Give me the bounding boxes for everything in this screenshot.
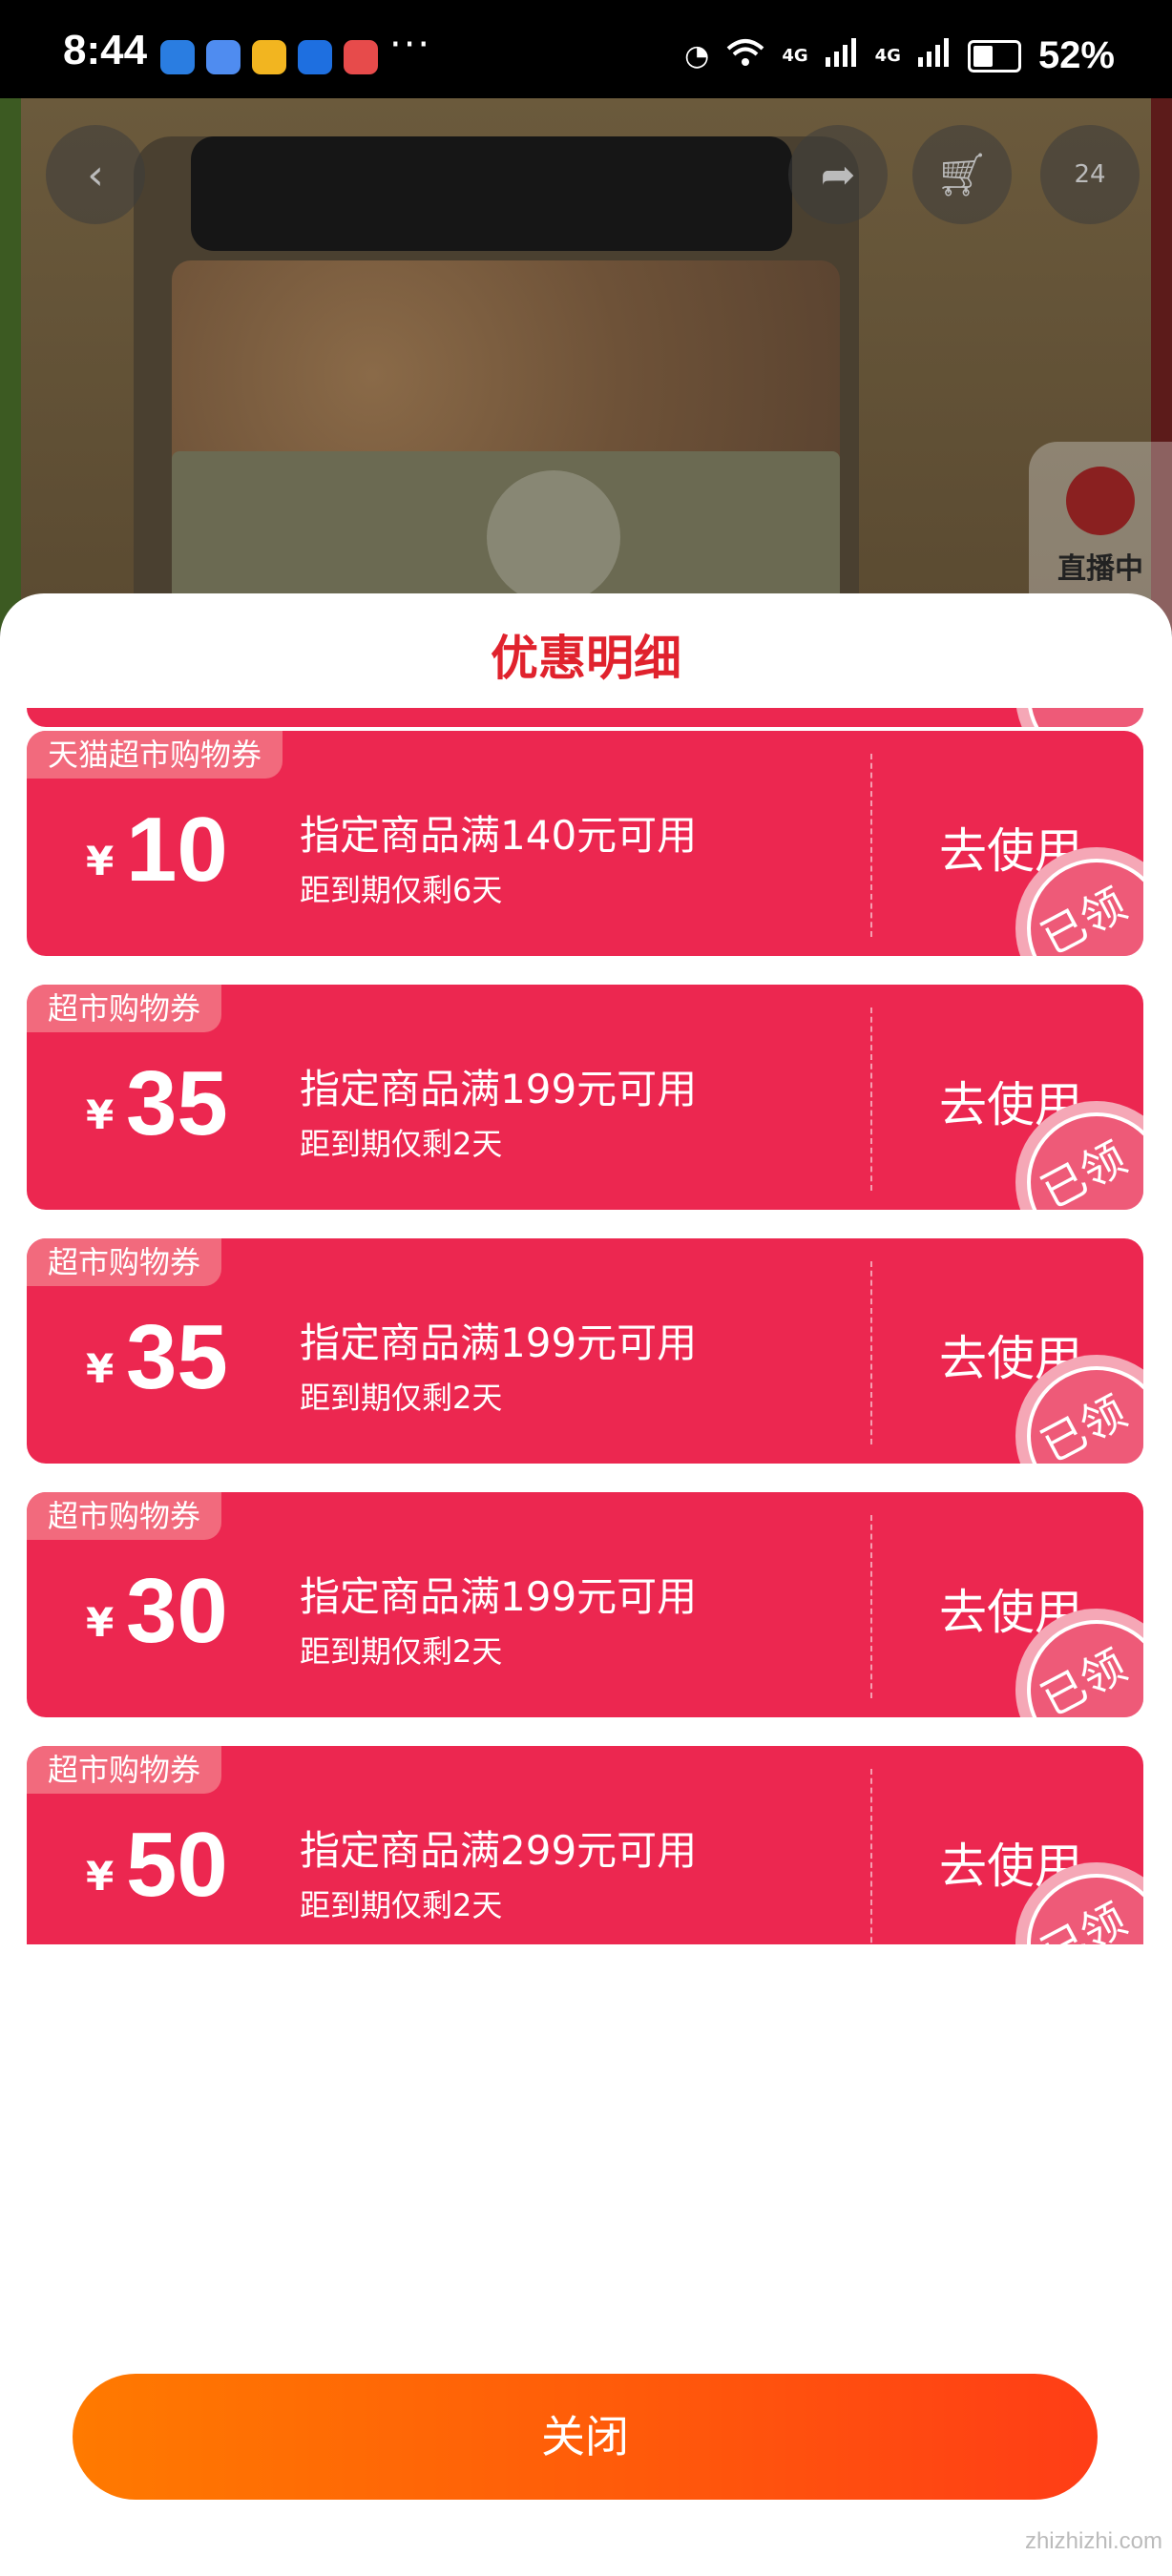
network-type-2: 4G [874, 46, 901, 66]
cart-count-badge[interactable]: 24 [1040, 125, 1140, 224]
coupon-expiry: 距到期仅剩2天 [300, 1633, 503, 1670]
discount-details-sheet: 优惠明细 天猫超市购物券 ¥10 指定商品满140元可用 距到期仅剩6天 去使用 已领 超市… [0, 593, 1172, 2576]
coupon-card[interactable]: 超市购物券 ¥50 指定商品满299元可用 距到期仅剩2天 去使用 已领 [27, 1746, 1143, 1944]
status-right: ◔ 4G 4G 52% [684, 34, 1115, 77]
notification-app-icons [160, 40, 378, 74]
signal-icon-2 [917, 37, 951, 74]
coupon-card-partial-top [27, 708, 1143, 727]
coupon-divider [870, 754, 872, 937]
coupon-divider [870, 1261, 872, 1444]
coupon-expiry: 距到期仅剩2天 [300, 1380, 503, 1416]
coupon-amount: 35 [126, 1052, 228, 1154]
coupon-amount: 50 [126, 1814, 228, 1916]
coupon-list[interactable]: 天猫超市购物券 ¥10 指定商品满140元可用 距到期仅剩6天 去使用 已领 超市购物券 ¥3… [0, 708, 1172, 1944]
frame-left [0, 98, 21, 633]
close-button[interactable]: 关闭 [73, 2374, 1098, 2500]
status-time: 8:44 [63, 27, 148, 73]
currency-symbol: ¥ [86, 1853, 115, 1900]
coupon-expiry: 距到期仅剩2天 [300, 1126, 503, 1162]
music-app-icon [206, 40, 241, 74]
signal-icon [825, 37, 858, 74]
more-notifications-icon: ··· [389, 23, 432, 67]
speed-icon: ◔ [684, 39, 710, 73]
coupon-amount: 10 [126, 799, 228, 901]
app-notification-icon [160, 40, 195, 74]
currency-symbol: ¥ [86, 1345, 115, 1392]
share-icon[interactable]: ➦ [788, 125, 888, 224]
network-type-1: 4G [782, 46, 808, 66]
battery-icon [967, 39, 1021, 73]
currency-symbol: ¥ [86, 1091, 115, 1138]
battery-percent: 52% [1037, 34, 1115, 76]
coupon-card[interactable]: 超市购物券 ¥35 指定商品满199元可用 距到期仅剩2天 去使用 已领 [27, 985, 1143, 1210]
received-stamp [1015, 708, 1143, 727]
product-page-background: ‹ ➦ 🛒︎ 24 直播中 [0, 98, 1172, 633]
coupon-condition: 指定商品满199元可用 [300, 1319, 698, 1366]
status-bar: 8:44 ··· ◔ 4G 4G 52% [0, 0, 1172, 98]
cart-icon[interactable]: 🛒︎ [912, 125, 1012, 224]
coupon-card[interactable]: 天猫超市购物券 ¥10 指定商品满140元可用 距到期仅剩6天 去使用 已领 [27, 731, 1143, 956]
coupon-amount: 30 [126, 1560, 228, 1662]
coupon-divider [870, 1769, 872, 1944]
coupon-card[interactable]: 超市购物券 ¥30 指定商品满199元可用 距到期仅剩2天 去使用 已领 [27, 1492, 1143, 1717]
coupon-card[interactable]: 超市购物券 ¥35 指定商品满199元可用 距到期仅剩2天 去使用 已领 [27, 1238, 1143, 1464]
diamond-app-icon [252, 40, 286, 74]
live-label: 直播中 [1057, 552, 1143, 586]
play-icon[interactable] [487, 470, 620, 604]
coupon-divider [870, 1008, 872, 1191]
huawei-app-icon [344, 40, 378, 74]
sheet-title: 优惠明细 [491, 631, 681, 686]
coupon-type-tag: 超市购物券 [27, 1238, 222, 1286]
coupon-condition: 指定商品满199元可用 [300, 1573, 698, 1620]
coupon-expiry: 距到期仅剩2天 [300, 1887, 503, 1923]
currency-symbol: ¥ [86, 1599, 115, 1646]
product-jar-lid [191, 136, 792, 251]
coupon-expiry: 距到期仅剩6天 [300, 872, 503, 908]
coupon-type-tag: 超市购物券 [27, 1746, 222, 1794]
wifi-icon [726, 37, 764, 75]
currency-symbol: ¥ [86, 838, 115, 884]
bulb-app-icon [298, 40, 332, 74]
watermark: zhizhizhi.com [1024, 2528, 1162, 2554]
back-icon[interactable]: ‹ [46, 125, 145, 224]
coupon-divider [870, 1515, 872, 1698]
coupon-amount: 35 [126, 1306, 228, 1408]
coupon-type-tag: 超市购物券 [27, 1492, 222, 1540]
coupon-type-tag: 超市购物券 [27, 985, 222, 1032]
battery-level [973, 45, 993, 67]
live-icon [1066, 467, 1135, 535]
coupon-condition: 指定商品满140元可用 [300, 812, 698, 859]
coupon-type-tag: 天猫超市购物券 [27, 731, 283, 779]
coupon-condition: 指定商品满199元可用 [300, 1066, 698, 1112]
coupon-condition: 指定商品满299元可用 [300, 1827, 698, 1874]
